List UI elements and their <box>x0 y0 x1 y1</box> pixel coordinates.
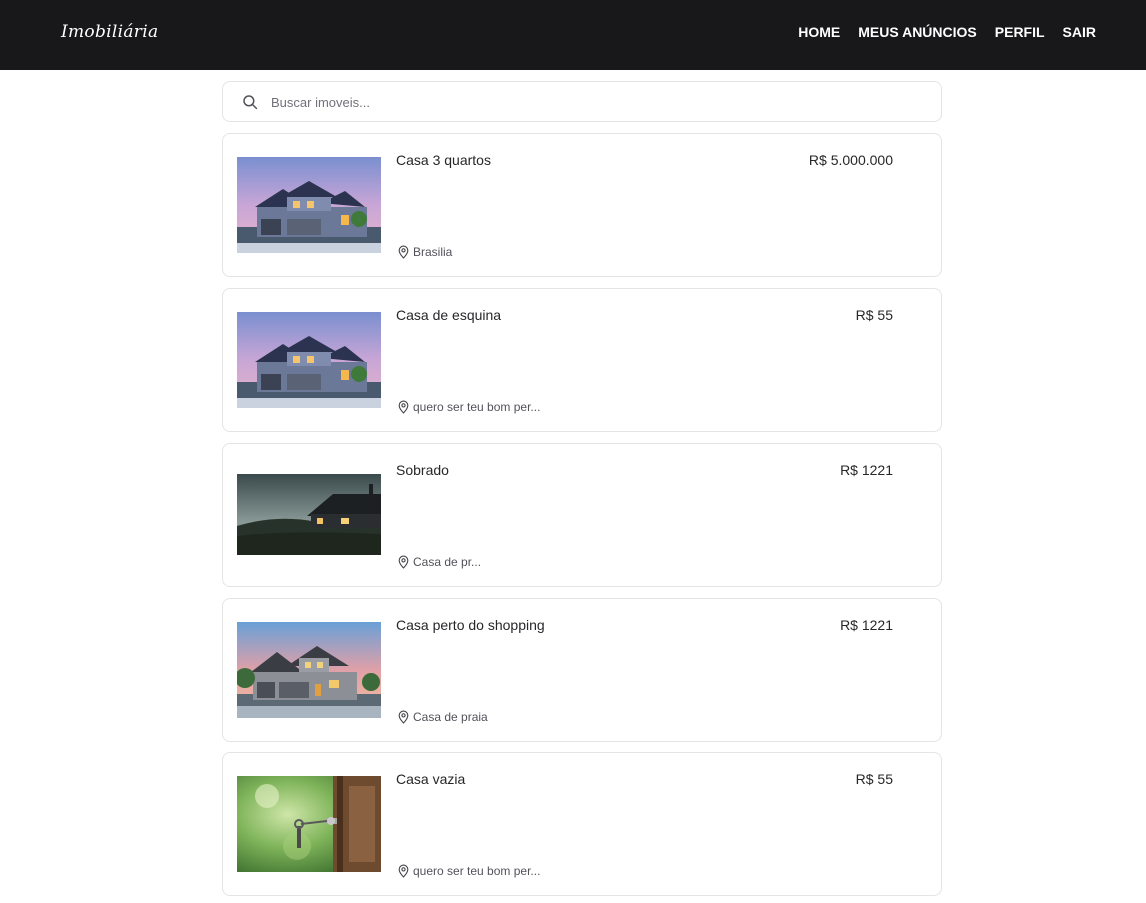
search-bar[interactable] <box>222 81 942 122</box>
listing-title[interactable]: Casa 3 quartos <box>396 152 491 168</box>
listing-card[interactable]: Casa de esquina R$ 55 quero ser teu bom … <box>222 288 942 432</box>
nav-logout-link[interactable]: SAIR <box>1063 24 1096 40</box>
listing-title[interactable]: Casa de esquina <box>396 307 501 323</box>
listing-location: Casa de pr... <box>397 555 481 569</box>
listing-location: quero ser teu bom per... <box>397 864 540 878</box>
listing-price: R$ 1221 <box>840 617 893 633</box>
listing-card[interactable]: Casa vazia R$ 55 quero ser teu bom per..… <box>222 752 942 896</box>
listing-image[interactable] <box>237 776 381 872</box>
listing-image[interactable] <box>237 157 381 253</box>
listing-location-text: quero ser teu bom per... <box>413 400 541 414</box>
listing-card[interactable]: Casa perto do shopping R$ 1221 Casa de p… <box>222 598 942 742</box>
listing-price: R$ 5.000.000 <box>808 152 893 168</box>
nav-my-ads-link[interactable]: MEUS ANÚNCIOS <box>858 24 977 40</box>
search-input[interactable] <box>269 88 909 116</box>
listing-image[interactable] <box>237 622 381 718</box>
map-pin-icon <box>398 245 409 259</box>
nav-profile-link[interactable]: PERFIL <box>995 24 1045 40</box>
listing-location-text: quero ser teu bom per... <box>413 864 541 878</box>
map-pin-icon <box>398 555 409 569</box>
nav-home-link[interactable]: HOME <box>798 24 840 40</box>
listing-price: R$ 1221 <box>840 462 893 478</box>
listing-location: quero ser teu bom per... <box>397 400 540 414</box>
listing-image[interactable] <box>237 474 381 555</box>
map-pin-icon <box>398 864 409 878</box>
listing-title[interactable]: Sobrado <box>396 462 449 478</box>
brand-logo[interactable]: Imobiliária <box>61 22 158 42</box>
listing-card[interactable]: Casa 3 quartos R$ 5.000.000 Brasilia <box>222 133 942 277</box>
listing-price: R$ 55 <box>855 307 893 323</box>
nav-links: HOME MEUS ANÚNCIOS PERFIL SAIR <box>798 24 1096 40</box>
listing-location: Brasilia <box>397 245 452 259</box>
listing-price: R$ 55 <box>855 771 893 787</box>
map-pin-icon <box>398 400 409 414</box>
listing-location-text: Casa de pr... <box>413 555 482 569</box>
listing-location-text: Casa de praia <box>413 710 488 724</box>
listing-title[interactable]: Casa vazia <box>396 771 465 787</box>
listing-card[interactable]: Sobrado R$ 1221 Casa de pr... <box>222 443 942 587</box>
listing-image[interactable] <box>237 312 381 408</box>
listing-title[interactable]: Casa perto do shopping <box>396 617 545 633</box>
search-icon <box>243 95 258 110</box>
navbar: Imobiliária HOME MEUS ANÚNCIOS PERFIL SA… <box>0 0 1146 70</box>
map-pin-icon <box>398 710 409 724</box>
listing-location: Casa de praia <box>397 710 488 724</box>
listing-location-text: Brasilia <box>413 245 453 259</box>
